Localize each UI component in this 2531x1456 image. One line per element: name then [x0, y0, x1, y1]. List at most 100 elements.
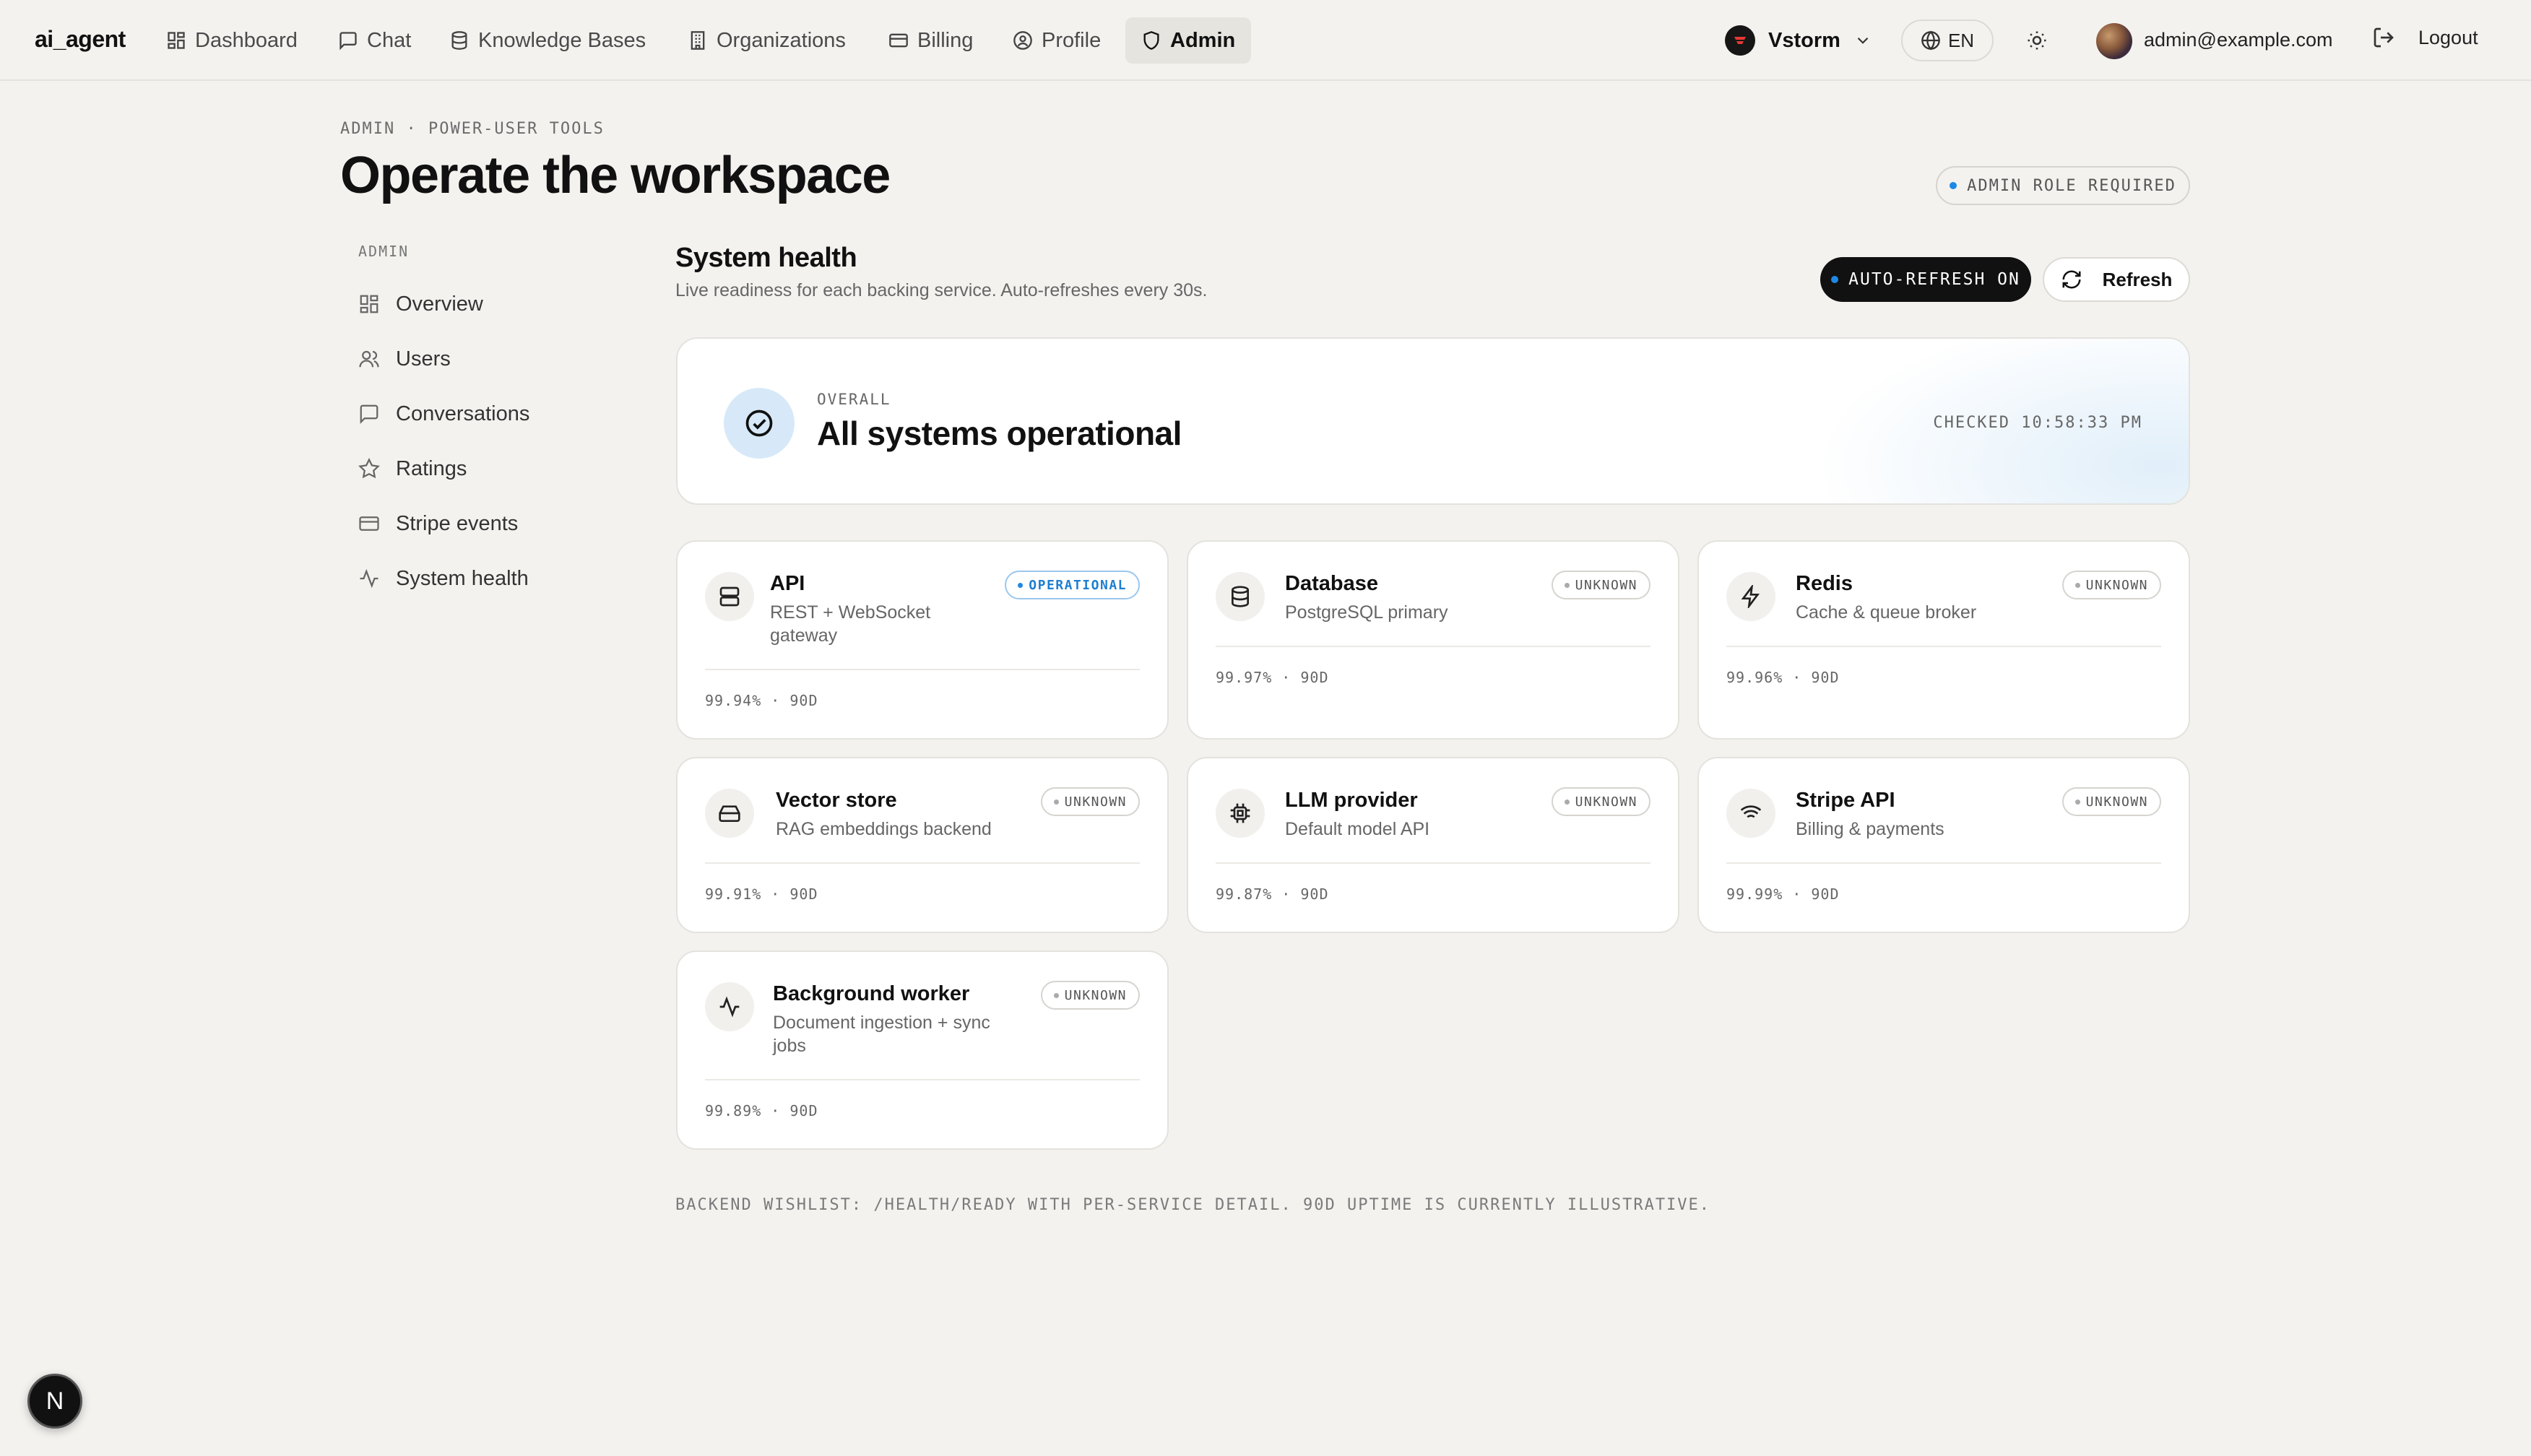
status-badge-label: UNKNOWN: [1575, 577, 1637, 593]
nav-dashboard[interactable]: Dashboard: [150, 17, 313, 64]
user-circle-icon: [1013, 30, 1033, 51]
theme-toggle[interactable]: [2022, 26, 2051, 55]
globe-icon: [1921, 30, 1941, 51]
refresh-button[interactable]: Refresh: [2043, 257, 2190, 302]
page-title: Operate the workspace: [340, 147, 891, 204]
nav-label: Admin: [1170, 28, 1236, 52]
sidebar-item-overview[interactable]: Overview: [358, 288, 483, 320]
user-email[interactable]: admin@example.com: [2144, 29, 2333, 51]
service-name: LLM provider: [1285, 789, 1418, 812]
divider: [705, 669, 1140, 670]
sidebar-item-conversations[interactable]: Conversations: [358, 398, 529, 430]
service-description: Default model API: [1285, 819, 1430, 839]
database-icon: [449, 30, 470, 51]
workspace-name: Vstorm: [1768, 28, 1840, 52]
nav-organizations[interactable]: Organizations: [672, 17, 862, 64]
nav-knowledge-bases[interactable]: Knowledge Bases: [433, 17, 662, 64]
divider: [1216, 862, 1650, 864]
uptime-value: 99.91% · 90D: [705, 885, 818, 903]
status-dot: [1950, 182, 1957, 189]
overall-status-card: OVERALL All systems operational CHECKED …: [676, 337, 2190, 505]
uptime-value: 99.94% · 90D: [705, 692, 818, 709]
sidebar-item-label: System health: [396, 566, 529, 590]
admin-role-badge: ADMIN ROLE REQUIRED: [1936, 166, 2190, 205]
uptime-value: 99.99% · 90D: [1726, 885, 1840, 903]
sidebar-item-system-health[interactable]: System health: [358, 563, 529, 594]
overall-status: All systems operational: [817, 415, 1182, 452]
server-icon: [705, 572, 754, 621]
workspace-switcher[interactable]: Vstorm: [1725, 23, 1872, 58]
divider: [705, 862, 1140, 864]
dashboard-icon: [166, 30, 186, 51]
status-badge: UNKNOWN: [1551, 787, 1650, 816]
database-icon: [1216, 572, 1265, 621]
sun-icon: [2026, 30, 2048, 51]
status-dot: [1053, 992, 1059, 998]
bolt-icon: [1726, 572, 1775, 621]
sidebar-item-label: Stripe events: [396, 511, 519, 535]
nav-label: Knowledge Bases: [478, 28, 646, 52]
divider: [1726, 646, 2161, 647]
nav-label: Chat: [367, 28, 412, 52]
service-card-llm-provider: LLM provider Default model API UNKNOWN 9…: [1187, 757, 1679, 933]
status-badge-label: UNKNOWN: [2085, 794, 2148, 810]
service-name: Vector store: [776, 789, 897, 812]
language-switcher[interactable]: EN: [1901, 20, 1994, 61]
divider: [705, 1079, 1140, 1080]
users-icon: [358, 348, 380, 370]
service-description: Cache & queue broker: [1796, 602, 1977, 623]
logout-button[interactable]: Logout: [2372, 26, 2478, 49]
status-badge: UNKNOWN: [2061, 571, 2161, 599]
nav-admin[interactable]: Admin: [1125, 17, 1252, 64]
hard-drive-icon: [705, 789, 754, 838]
check-circle-icon: [724, 388, 795, 459]
sidebar-section-label: ADMIN: [358, 243, 410, 260]
refresh-icon: [2061, 269, 2082, 290]
service-description: Document ingestion + sync jobs: [773, 1013, 990, 1056]
divider: [1726, 862, 2161, 864]
service-card-stripe-api: Stripe API Billing & payments UNKNOWN 99…: [1697, 757, 2190, 933]
status-dot: [1564, 582, 1570, 588]
uptime-value: 99.96% · 90D: [1726, 669, 1840, 686]
nav-label: Billing: [917, 28, 974, 52]
uptime-value: 99.87% · 90D: [1216, 885, 1329, 903]
building-icon: [688, 30, 708, 51]
sidebar-item-ratings[interactable]: Ratings: [358, 453, 467, 485]
auto-refresh-label: AUTO-REFRESH ON: [1848, 270, 2020, 289]
overall-label: OVERALL: [817, 391, 891, 408]
section-subtitle: Live readiness for each backing service.…: [675, 280, 1208, 300]
language-label: EN: [1947, 29, 1975, 51]
logout-icon: [2372, 26, 2395, 49]
status-badge-label: OPERATIONAL: [1029, 577, 1127, 593]
status-dot: [1831, 276, 1839, 283]
status-badge: UNKNOWN: [2061, 787, 2161, 816]
avatar[interactable]: [2096, 23, 2132, 59]
nav-billing[interactable]: Billing: [873, 17, 989, 64]
nav-profile[interactable]: Profile: [997, 17, 1117, 64]
sidebar-item-stripe-events[interactable]: Stripe events: [358, 508, 518, 540]
service-card-background-worker: Background worker Document ingestion + s…: [676, 950, 1169, 1150]
grid-icon: [358, 293, 380, 315]
status-badge: UNKNOWN: [1040, 981, 1140, 1010]
status-badge: OPERATIONAL: [1005, 571, 1140, 599]
nav-label: Dashboard: [195, 28, 298, 52]
activity-icon: [705, 982, 754, 1031]
service-name: API: [770, 572, 805, 595]
credit-card-icon: [358, 513, 380, 534]
devtools-badge[interactable]: N: [27, 1374, 82, 1429]
service-description: REST + WebSocket gateway: [770, 602, 931, 646]
uptime-value: 99.89% · 90D: [705, 1102, 818, 1119]
section-title: System health: [675, 243, 857, 273]
sidebar-item-users[interactable]: Users: [358, 343, 451, 375]
sidebar-item-label: Conversations: [396, 402, 530, 425]
app-brand[interactable]: ai_agent: [35, 26, 126, 53]
top-navigation: ai_agent Dashboard Chat Knowledge Bases …: [0, 0, 2531, 81]
status-badge-label: UNKNOWN: [1064, 794, 1127, 810]
status-dot: [2074, 799, 2080, 805]
service-card-redis: Redis Cache & queue broker UNKNOWN 99.96…: [1697, 540, 2190, 740]
auto-refresh-toggle[interactable]: AUTO-REFRESH ON: [1820, 257, 2031, 302]
page-eyebrow: ADMIN · POWER-USER TOOLS: [340, 120, 605, 138]
nav-label: Organizations: [717, 28, 846, 52]
nav-chat[interactable]: Chat: [322, 17, 427, 64]
status-dot: [1018, 582, 1024, 588]
